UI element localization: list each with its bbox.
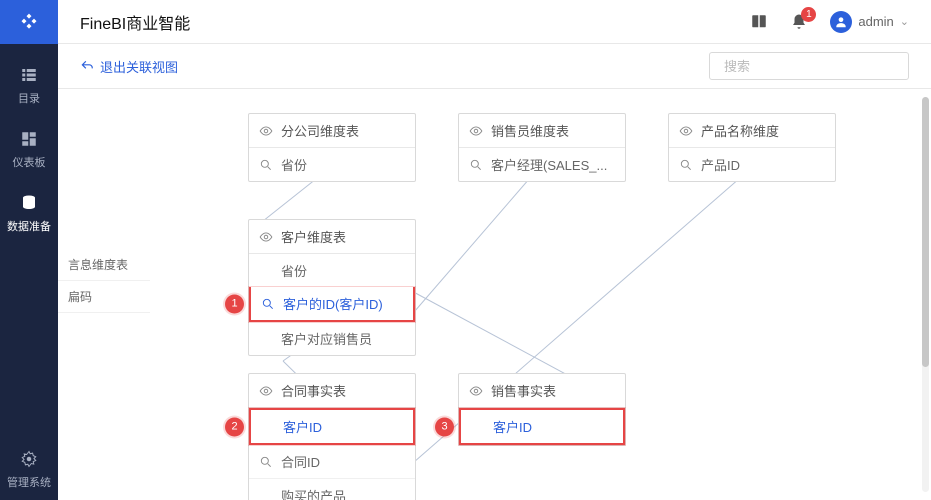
node-header[interactable]: 销售事实表 [459, 374, 625, 408]
callout-badge: 2 [225, 417, 244, 436]
eye-icon [259, 384, 273, 398]
node-salesfact[interactable]: 销售事实表 3 客户ID [458, 373, 626, 446]
eye-icon [259, 230, 273, 244]
sidebar: 目录 仪表板 数据准备 管理系统 [0, 44, 58, 500]
eye-icon [469, 384, 483, 398]
book-icon[interactable] [750, 13, 768, 31]
eye-icon [259, 124, 273, 138]
left-panel: 言息维度表 扁码 [58, 249, 150, 313]
node-field-highlight[interactable]: 1 客户的ID(客户ID) [249, 287, 415, 322]
node-header[interactable]: 产品名称维度 [669, 114, 835, 148]
main: 退出关联视图 言息维度表 扁码 [58, 44, 931, 500]
chevron-down-icon: ⌄ [900, 15, 909, 28]
node-field[interactable]: 产品ID [669, 148, 835, 181]
search-box[interactable] [709, 52, 909, 80]
notification-badge: 1 [801, 7, 816, 22]
node-field-highlight[interactable]: 2 客户ID [249, 408, 415, 445]
node-header[interactable]: 客户维度表 [249, 220, 415, 254]
logo-icon [19, 12, 39, 32]
eye-icon [679, 124, 693, 138]
search-input[interactable] [724, 59, 900, 74]
top-header: FineBI商业智能 1 admin ⌄ [0, 0, 931, 44]
node-sales[interactable]: 销售员维度表 客户经理(SALES_... [458, 113, 626, 182]
callout-badge: 1 [225, 294, 244, 313]
sidebar-label: 仪表板 [13, 154, 46, 170]
sidebar-item-admin[interactable]: 管理系统 [0, 436, 58, 500]
search-icon [259, 158, 273, 172]
canvas[interactable]: 言息维度表 扁码 分公司维度表 省份 销售员维度表 客户经理(SALES_... [58, 89, 931, 500]
panel-row[interactable]: 言息维度表 [58, 249, 150, 281]
user-name: admin [858, 14, 893, 29]
node-field[interactable]: 省份 [249, 254, 415, 287]
node-field-highlight[interactable]: 3 客户ID [459, 408, 625, 445]
search-icon [469, 158, 483, 172]
search-icon [679, 158, 693, 172]
header-right: 1 admin ⌄ [750, 11, 931, 33]
node-field[interactable]: 客户对应销售员 [249, 322, 415, 355]
scrollbar[interactable] [922, 97, 929, 492]
scrollbar-thumb[interactable] [922, 97, 929, 367]
bell-icon[interactable]: 1 [790, 13, 808, 31]
back-arrow-icon [80, 59, 94, 73]
user-menu[interactable]: admin ⌄ [830, 11, 909, 33]
exit-label: 退出关联视图 [100, 57, 178, 76]
node-customer[interactable]: 客户维度表 省份 1 客户的ID(客户ID) 客户对应销售员 [248, 219, 416, 356]
node-product[interactable]: 产品名称维度 产品ID [668, 113, 836, 182]
app-title: FineBI商业智能 [80, 10, 190, 34]
search-icon [261, 297, 275, 311]
search-icon [259, 455, 273, 469]
sidebar-label: 数据准备 [7, 218, 51, 234]
node-field[interactable]: 省份 [249, 148, 415, 181]
node-header[interactable]: 合同事实表 [249, 374, 415, 408]
eye-icon [469, 124, 483, 138]
callout-badge: 3 [435, 417, 454, 436]
node-field[interactable]: 购买的产品 [249, 478, 415, 500]
sidebar-item-dashboard[interactable]: 仪表板 [0, 116, 58, 180]
node-field[interactable]: 合同ID [249, 445, 415, 478]
node-header[interactable]: 销售员维度表 [459, 114, 625, 148]
node-branch[interactable]: 分公司维度表 省份 [248, 113, 416, 182]
avatar [830, 11, 852, 33]
node-contract[interactable]: 合同事实表 2 客户ID 合同ID 购买的产品 [248, 373, 416, 500]
sidebar-label: 管理系统 [7, 474, 51, 490]
sidebar-item-catalog[interactable]: 目录 [0, 52, 58, 116]
panel-row[interactable]: 扁码 [58, 281, 150, 313]
sidebar-label: 目录 [18, 90, 40, 106]
logo[interactable] [0, 0, 58, 44]
node-field[interactable]: 客户经理(SALES_... [459, 148, 625, 181]
toolbar: 退出关联视图 [58, 44, 931, 88]
exit-link[interactable]: 退出关联视图 [80, 57, 178, 76]
node-header[interactable]: 分公司维度表 [249, 114, 415, 148]
sidebar-item-data-prep[interactable]: 数据准备 [0, 180, 58, 244]
